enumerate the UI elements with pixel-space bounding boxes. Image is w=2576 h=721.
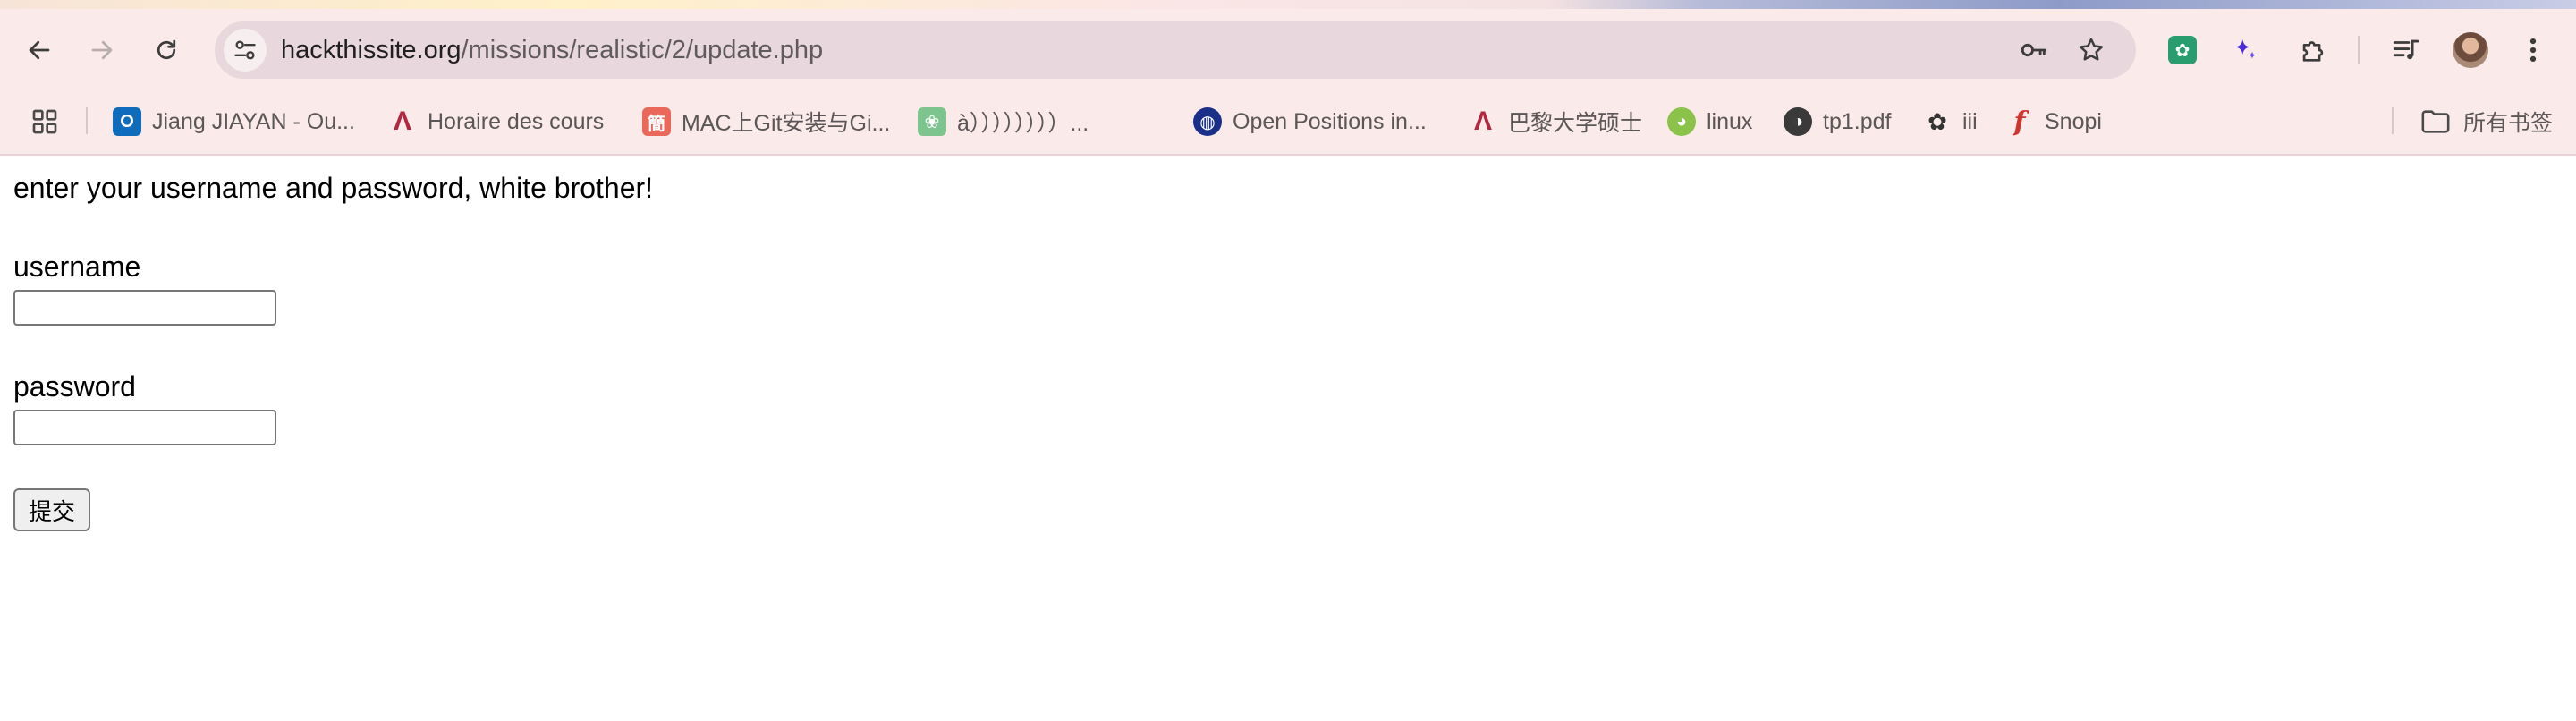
bookmark-item[interactable]: Ʌ Horaire des cours	[388, 104, 604, 140]
gemini-extension-button[interactable]	[2222, 27, 2268, 73]
password-label: password	[13, 370, 136, 403]
globe-icon: ◍	[1193, 107, 1222, 136]
key-icon	[2021, 43, 2047, 57]
bookmark-item[interactable]: Ʌ 巴黎大学硕士	[1469, 104, 1642, 140]
url-path: /missions/realistic/2/update.php	[461, 36, 824, 64]
page-content: enter your username and password, white …	[0, 156, 2576, 721]
username-input[interactable]	[13, 290, 276, 326]
apps-button[interactable]	[30, 104, 59, 140]
reload-button[interactable]	[143, 27, 190, 73]
chatgpt-extension-button[interactable]: ✿	[2159, 27, 2206, 73]
folder-icon	[2421, 110, 2450, 133]
queue-music-icon	[2393, 39, 2419, 60]
back-button[interactable]	[16, 27, 63, 73]
forward-button[interactable]	[79, 27, 125, 73]
password-input[interactable]	[13, 410, 276, 445]
browser-toolbar: hackthissite.org/missions/realistic/2/up…	[0, 9, 2576, 91]
arrow-right-icon	[91, 40, 113, 60]
bookmarks-bar: O Jiang JIAYAN - Ou... Ʌ Horaire des cou…	[0, 97, 2576, 147]
paw-icon: ❀	[918, 107, 946, 136]
star-icon	[2080, 38, 2103, 61]
page-intro-text: enter your username and password, white …	[13, 172, 654, 204]
university-logo-icon: Ʌ	[1473, 106, 1492, 136]
bookmark-label: Jiang JIAYAN - Ou...	[152, 108, 355, 134]
username-label: username	[13, 250, 141, 283]
bookmark-label: linux	[1707, 108, 1753, 134]
site-info-button[interactable]	[224, 29, 267, 72]
apps-grid-icon	[32, 109, 57, 134]
bookmark-label: tp1.pdf	[1823, 108, 1892, 134]
university-logo-icon: Ʌ	[393, 106, 411, 136]
media-controls-button[interactable]	[2383, 27, 2429, 73]
world-icon: ◑	[1784, 107, 1812, 136]
bookmark-item[interactable]: ❀ à））））））））...	[918, 104, 1089, 140]
extensions-button[interactable]	[2290, 27, 2336, 73]
jianshu-icon: 簡	[642, 107, 671, 136]
toolbar-divider	[2358, 36, 2360, 64]
bookmark-item[interactable]: ◑ tp1.pdf	[1784, 104, 1891, 140]
puzzle-icon	[2302, 41, 2324, 62]
all-bookmarks-button[interactable]: 所有书签	[2420, 104, 2553, 140]
url-host: hackthissite.org	[281, 36, 462, 64]
bookmark-item[interactable]: ◕ linux	[1667, 104, 1752, 140]
menu-button[interactable]	[2515, 27, 2551, 73]
bookmark-label: 巴黎大学硕士	[1508, 111, 1643, 136]
bookmark-item[interactable]: f Snopi	[2005, 104, 2102, 140]
bookmark-item[interactable]: ✿ iii	[1923, 104, 1978, 140]
tune-icon	[234, 40, 256, 60]
profile-button[interactable]	[2447, 27, 2494, 73]
sparkle-icon	[2234, 39, 2257, 59]
browser-chrome: hackthissite.org/missions/realistic/2/up…	[0, 0, 2576, 156]
openai-icon: ✿	[1928, 107, 1947, 135]
bookmark-item[interactable]: ◍ Open Positions in...	[1193, 104, 1427, 140]
url-text[interactable]: hackthissite.org/missions/realistic/2/up…	[281, 35, 823, 65]
bookmark-label: iii	[1962, 108, 1978, 134]
outlook-icon: O	[113, 107, 141, 136]
all-bookmarks-label: 所有书签	[2463, 111, 2554, 136]
bookmark-item[interactable]: O Jiang JIAYAN - Ou...	[113, 104, 355, 140]
bookmark-label: Open Positions in...	[1233, 108, 1427, 134]
more-vertical-icon	[2529, 38, 2537, 63]
bookmarks-divider	[86, 107, 88, 134]
bookmark-item[interactable]: 簡 MAC上Git安装与Gi...	[642, 104, 890, 140]
bookmarks-divider	[2392, 107, 2394, 134]
bookmark-star-button[interactable]	[2072, 30, 2111, 70]
bookmark-label: MAC上Git安装与Gi...	[682, 111, 891, 136]
avatar	[2453, 32, 2488, 68]
submit-button[interactable]: 提交	[13, 488, 90, 531]
tab-strip	[0, 0, 2576, 9]
password-key-button[interactable]	[2014, 30, 2054, 70]
reload-icon	[157, 39, 176, 60]
address-bar[interactable]: hackthissite.org/missions/realistic/2/up…	[215, 21, 2136, 79]
bookmark-label: à））））））））...	[957, 111, 1089, 136]
penguin-icon: ◕	[1667, 107, 1696, 136]
arrow-left-icon	[29, 40, 50, 60]
snopi-icon: f	[2013, 106, 2026, 138]
openai-icon: ✿	[2168, 36, 2197, 64]
bookmark-label: Horaire des cours	[428, 108, 605, 134]
bookmark-label: Snopi	[2045, 108, 2102, 134]
